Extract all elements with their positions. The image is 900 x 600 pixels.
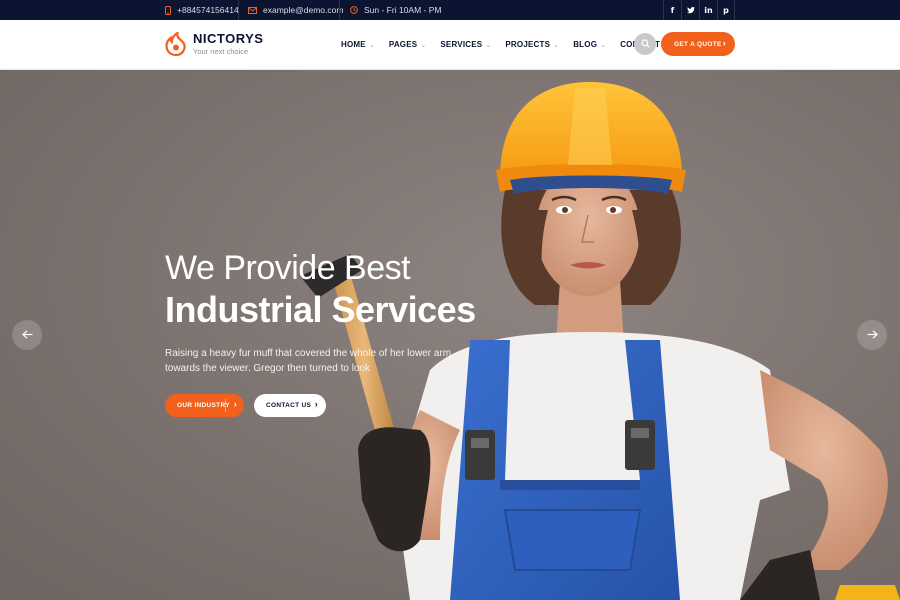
chevron-right-icon: › — [314, 399, 318, 409]
search-button[interactable] — [634, 33, 656, 55]
phone-number: +884574156414 — [177, 5, 239, 15]
hero-actions: OUR INDUSTRY › CONTACT US › — [165, 394, 326, 417]
logo-name: NICTORYS — [193, 31, 264, 46]
chevron-right-icon: › — [722, 38, 726, 48]
phone-contact[interactable]: +884574156414 — [165, 0, 239, 20]
chevron-down-icon: ⌄ — [600, 41, 607, 49]
nav-label: SERVICES — [440, 40, 483, 49]
chevron-right-icon: › — [233, 399, 237, 409]
button-divider — [225, 399, 226, 412]
quote-label: GET A QUOTE — [674, 40, 722, 48]
logo-tagline: Your next choice — [193, 47, 249, 56]
email-address: example@demo.com — [263, 5, 344, 15]
chevron-down-icon: ⌄ — [368, 41, 375, 49]
clock-icon — [350, 6, 358, 14]
search-icon — [640, 35, 650, 53]
nav-item-pages[interactable]: PAGES ⌄ — [389, 40, 427, 49]
linkedin-icon[interactable]: in — [699, 0, 717, 20]
site-logo[interactable]: NICTORYS Your next choice — [165, 30, 264, 57]
twitter-icon[interactable] — [681, 0, 699, 20]
social-links: f in p — [663, 0, 735, 20]
pinterest-icon[interactable]: p — [717, 0, 735, 20]
hours-text: Sun - Fri 10AM - PM — [364, 5, 442, 15]
working-hours: Sun - Fri 10AM - PM — [350, 0, 441, 20]
chevron-down-icon: ⌄ — [485, 41, 492, 49]
nav-item-services[interactable]: SERVICES ⌄ — [440, 40, 491, 49]
contact-label: CONTACT US — [266, 402, 312, 409]
phone-icon — [165, 5, 171, 15]
logo-flame-icon — [165, 30, 187, 57]
email-contact[interactable]: example@demo.com — [248, 0, 343, 20]
hero-description: Raising a heavy fur muff that covered th… — [165, 348, 452, 374]
facebook-icon[interactable]: f — [663, 0, 681, 20]
nav-label: BLOG — [573, 40, 598, 49]
arrow-right-icon — [867, 328, 878, 342]
main-header: NICTORYS Your next choice HOME ⌄ PAGES ⌄ S… — [0, 20, 900, 70]
industry-label: OUR INDUSTRY — [177, 402, 230, 409]
top-bar: +884574156414 example@demo.com Sun - Fri… — [0, 0, 900, 20]
topbar-divider — [339, 0, 340, 20]
contact-us-button[interactable]: CONTACT US › — [254, 394, 326, 417]
mail-icon — [248, 6, 257, 14]
nav-item-blog[interactable]: BLOG ⌄ — [573, 40, 606, 49]
hero-heading-line1: We Provide Best — [165, 249, 411, 287]
chevron-down-icon: ⌄ — [553, 41, 560, 49]
nav-label: PAGES — [388, 40, 418, 49]
nav-label: PROJECTS — [505, 40, 551, 49]
hero-content: We Provide Best Industrial Services Rais… — [165, 248, 476, 376]
arrow-left-icon — [21, 328, 33, 342]
hero-heading-line2: Industrial Services — [165, 289, 476, 330]
nav-item-home[interactable]: HOME ⌄ — [341, 40, 375, 49]
nav-item-projects[interactable]: PROJECTS ⌄ — [505, 40, 559, 49]
slider-prev-button[interactable] — [12, 320, 42, 350]
our-industry-button[interactable]: OUR INDUSTRY › — [165, 394, 244, 417]
hero-slider: We Provide Best Industrial Services Rais… — [0, 70, 900, 600]
get-quote-button[interactable]: GET A QUOTE › — [661, 32, 735, 56]
nav-label: HOME — [341, 40, 366, 49]
chevron-down-icon: ⌄ — [420, 41, 427, 49]
slider-next-button[interactable] — [857, 320, 887, 350]
topbar-divider — [238, 0, 239, 20]
main-navigation: HOME⌄ PAGES⌄ SERVICES⌄ PROJECTS⌄ BLOG⌄ C… — [341, 40, 674, 49]
